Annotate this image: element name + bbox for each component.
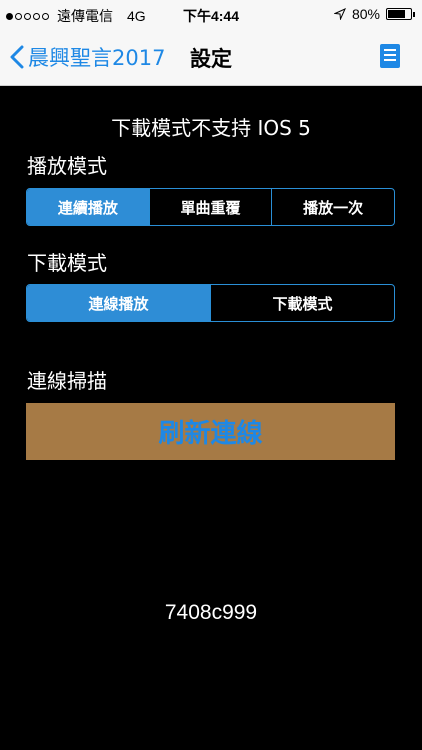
status-right: 80% — [333, 6, 415, 22]
play-mode-repeat-one[interactable]: 單曲重覆 — [150, 189, 273, 225]
battery-percent: 80% — [351, 6, 380, 22]
device-code: 7408c999 — [164, 601, 258, 624]
play-mode-play-once[interactable]: 播放一次 — [272, 189, 394, 225]
back-label: 晨興聖言2017 — [28, 46, 166, 70]
play-mode-segmented-control: 連續播放 單曲重覆 播放一次 — [26, 188, 395, 226]
back-button[interactable]: 晨興聖言2017 — [10, 42, 165, 72]
chevron-left-icon — [10, 45, 24, 69]
ios-notice: 下載模式不支持 IOS 5 — [111, 116, 311, 140]
location-arrow-icon — [333, 8, 346, 20]
status-bar: 遠傳電信 4G 下午4:44 80% — [0, 0, 422, 30]
download-mode-download[interactable]: 下載模式 — [211, 285, 394, 321]
book-icon[interactable] — [380, 44, 400, 68]
battery-icon — [386, 8, 415, 20]
page-title: 設定 — [190, 47, 232, 71]
download-mode-label: 下載模式 — [27, 251, 107, 275]
download-mode-stream[interactable]: 連線播放 — [27, 285, 211, 321]
navigation-bar: 晨興聖言2017 設定 — [0, 30, 422, 86]
battery-fill — [388, 10, 406, 18]
play-mode-continuous[interactable]: 連續播放 — [27, 189, 150, 225]
play-mode-label: 播放模式 — [27, 154, 107, 178]
scan-label: 連線掃描 — [27, 369, 107, 393]
download-mode-segmented-control: 連線播放 下載模式 — [26, 284, 395, 322]
refresh-connection-button[interactable]: 刷新連線 — [26, 403, 395, 460]
